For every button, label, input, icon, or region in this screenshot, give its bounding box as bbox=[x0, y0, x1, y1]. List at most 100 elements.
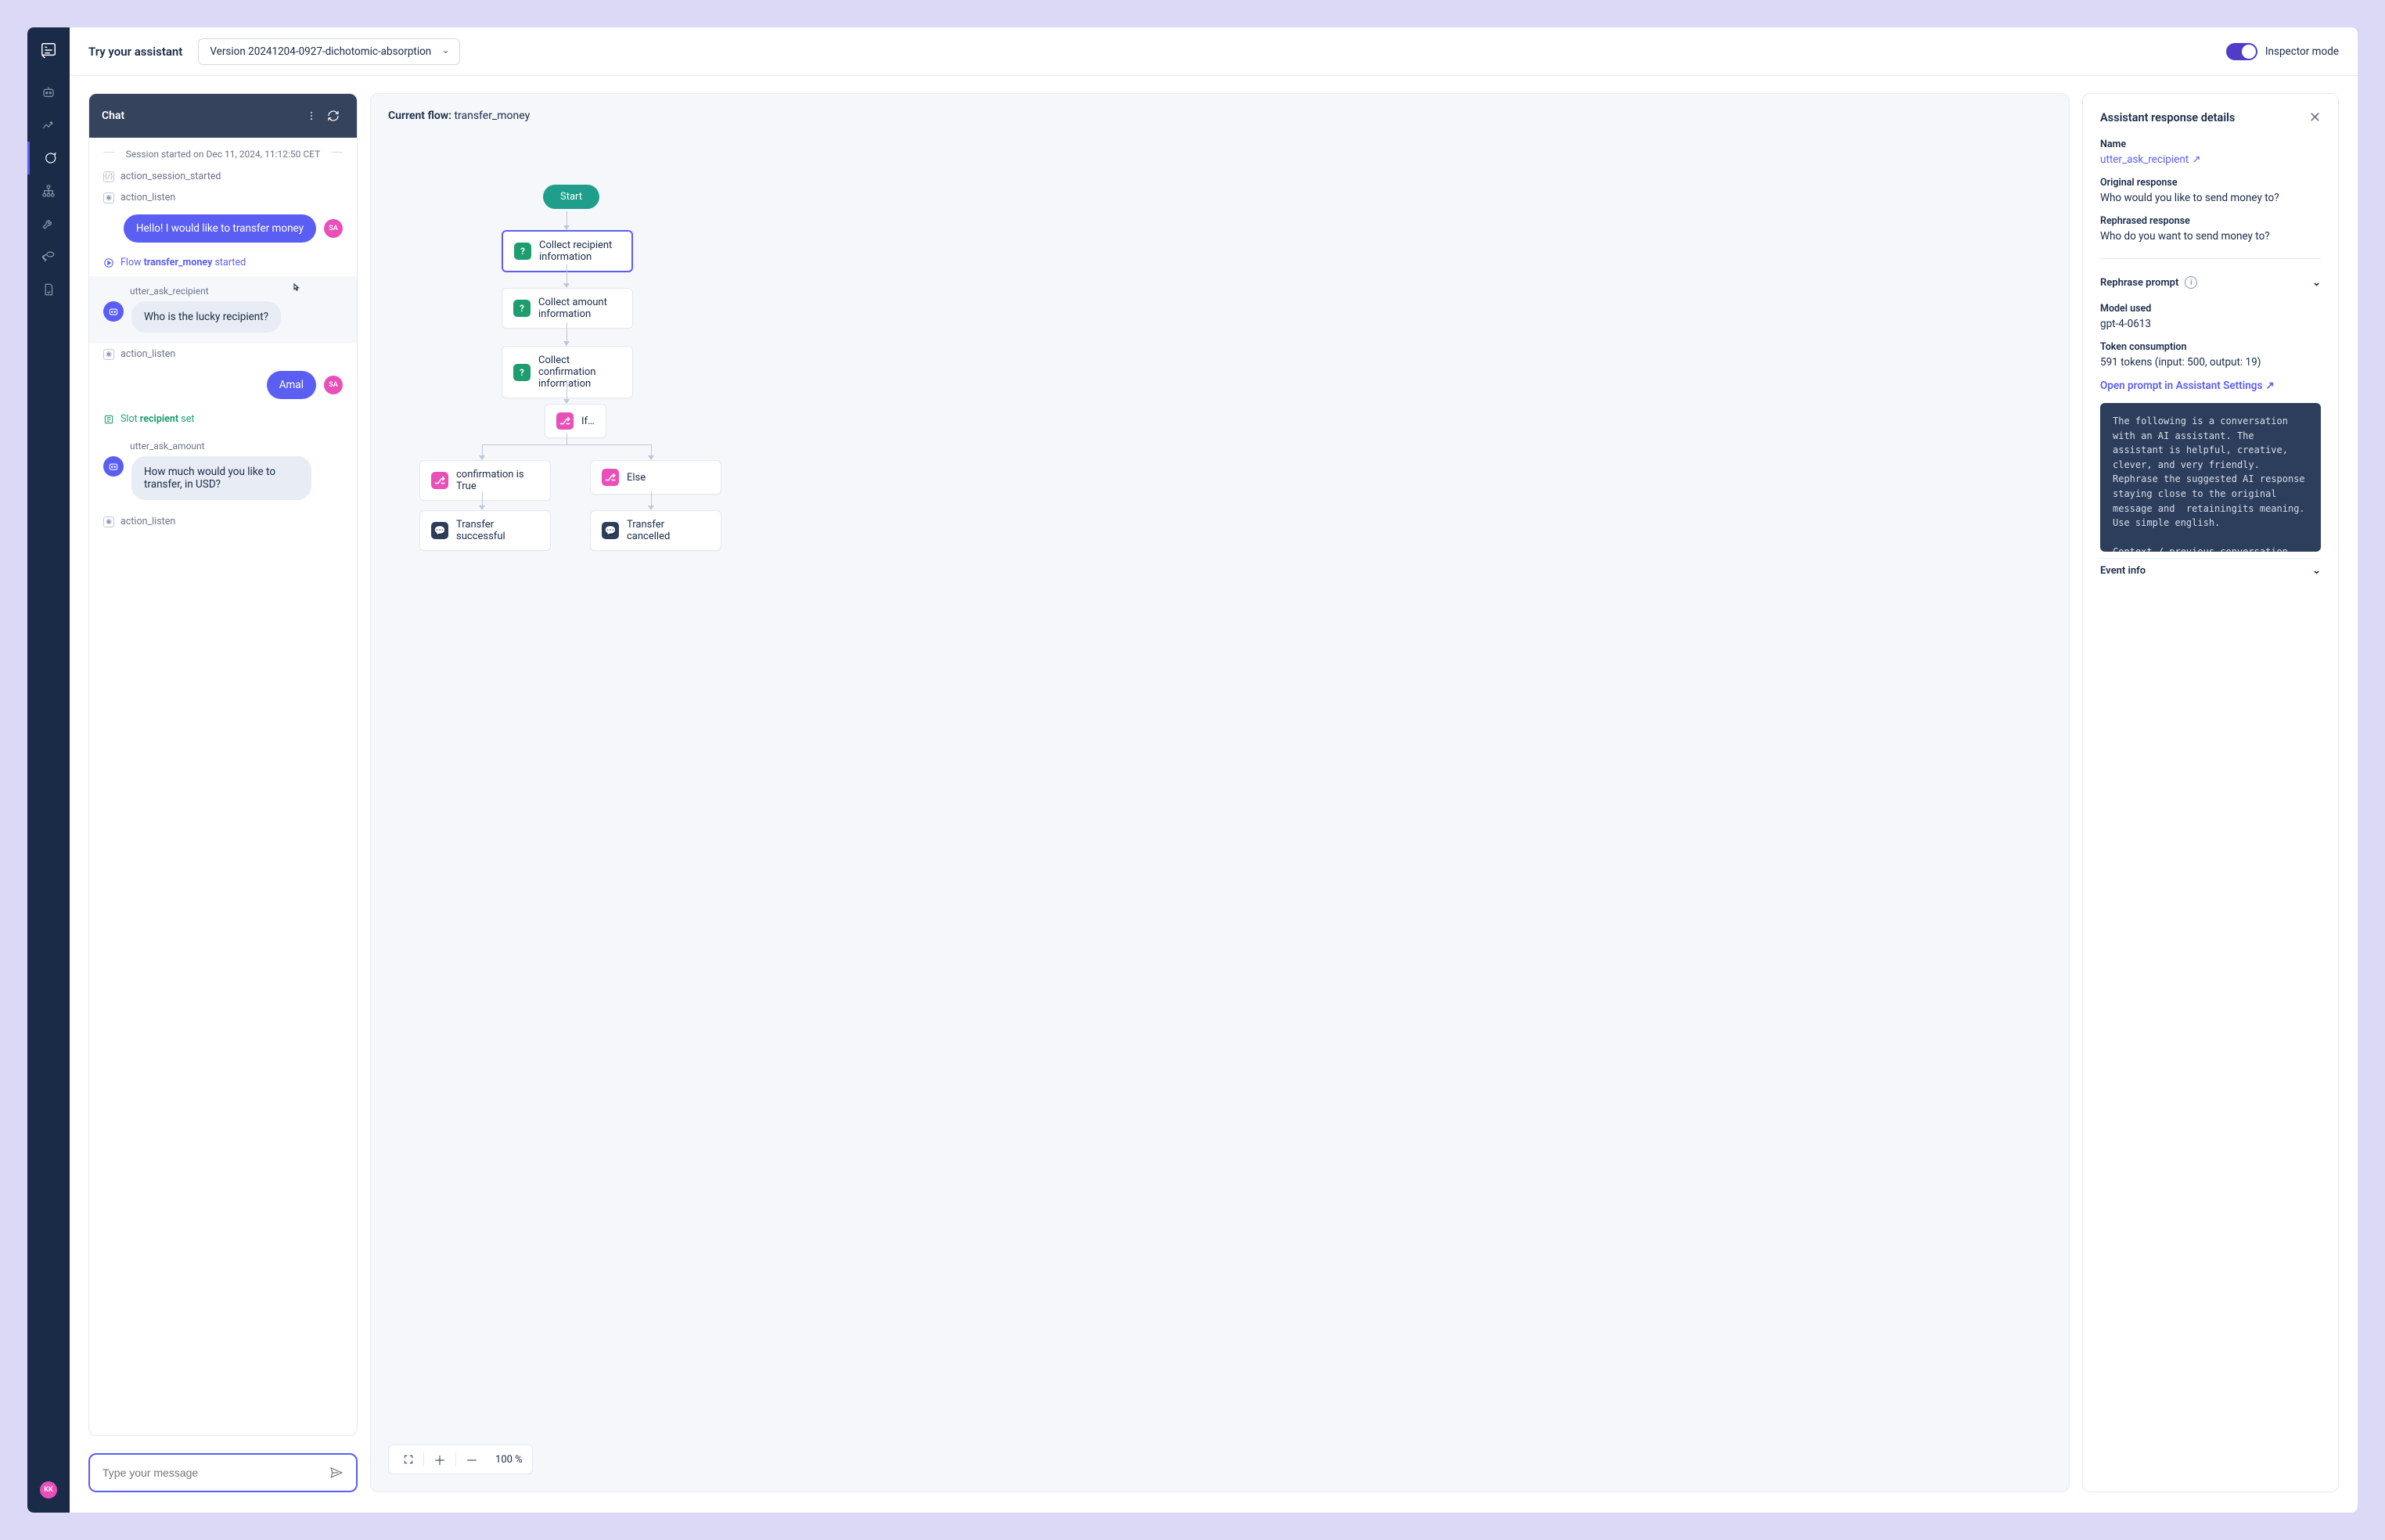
node-collect-recipient[interactable]: ?Collect recipient information bbox=[502, 230, 633, 272]
cursor-pointer-icon bbox=[290, 282, 302, 295]
zoom-out-button[interactable]: － bbox=[461, 1450, 483, 1469]
user-bubble-1: Hello! I would like to transfer money bbox=[124, 214, 316, 243]
open-prompt-link[interactable]: Open prompt in Assistant Settings↗ bbox=[2100, 380, 2321, 392]
nav-chat-icon[interactable] bbox=[27, 142, 70, 175]
node-conf-true[interactable]: ⎇confirmation is True bbox=[419, 460, 551, 501]
version-select[interactable]: Version 20241204-0927-dichotomic-absorpt… bbox=[198, 38, 460, 65]
response-name-link[interactable]: utter_ask_recipient↗ bbox=[2100, 153, 2321, 166]
user-avatar-sa: SA bbox=[324, 219, 343, 238]
event-listen-3: ◉action_listen bbox=[89, 511, 357, 532]
bot-avatar-icon-2 bbox=[103, 456, 124, 477]
rasa-logo-icon bbox=[40, 41, 57, 59]
slot-icon bbox=[103, 414, 114, 425]
chat-input-wrap bbox=[88, 1436, 358, 1492]
event-listen-1: ◉action_listen bbox=[89, 187, 357, 208]
branch-icon: ⎇ bbox=[602, 469, 619, 486]
main-area: Try your assistant Version 20241204-0927… bbox=[70, 27, 2358, 1513]
node-if[interactable]: ⎇If… bbox=[545, 404, 606, 438]
original-label: Original response bbox=[2100, 177, 2321, 189]
utter-label-2: utter_ask_amount bbox=[130, 441, 343, 452]
left-sidebar: KK bbox=[27, 27, 70, 1513]
node-collect-amount[interactable]: ?Collect amount information bbox=[502, 288, 633, 329]
session-started-row: Session started on Dec 11, 2024, 11:12:5… bbox=[89, 138, 357, 166]
message-icon: 💬 bbox=[602, 522, 619, 539]
details-panel: Assistant response details ✕ Name utter_… bbox=[2082, 93, 2339, 1492]
zoom-level: 100 % bbox=[495, 1454, 523, 1466]
user-message-1: Hello! I would like to transfer money SA bbox=[89, 208, 357, 249]
nav-conversations-icon[interactable] bbox=[27, 240, 70, 273]
event-session-started: ⟨/⟩action_session_started bbox=[89, 166, 357, 187]
node-start[interactable]: Start bbox=[543, 185, 599, 209]
nav-analytics-icon[interactable] bbox=[27, 109, 70, 142]
chevron-down-icon: ⌄ bbox=[2312, 277, 2321, 289]
branch-icon: ⎇ bbox=[556, 412, 574, 430]
chat-panel: Chat Session started on Dec 11, 2024, 11… bbox=[88, 93, 358, 1436]
flow-panel: Current flow: transfer_money Start ?Coll… bbox=[370, 93, 2070, 1492]
question-icon: ? bbox=[513, 300, 531, 317]
inspector-toggle[interactable] bbox=[2226, 43, 2257, 60]
rephrased-label: Rephrased response bbox=[2100, 215, 2321, 227]
rephrased-value: Who do you want to send money to? bbox=[2100, 230, 2321, 243]
ear-icon: ◉ bbox=[103, 349, 114, 360]
event-listen-2: ◉action_listen bbox=[89, 344, 357, 365]
bot-avatar-icon bbox=[103, 301, 124, 322]
bot-block-recipient[interactable]: utter_ask_recipient Who is the lucky rec… bbox=[89, 276, 357, 344]
zoom-controls: ＋ － 100 % bbox=[388, 1445, 533, 1474]
user-avatar-sa-2: SA bbox=[324, 376, 343, 394]
ear-icon: ◉ bbox=[103, 192, 114, 203]
info-icon: i bbox=[2185, 276, 2197, 289]
chat-refresh-button[interactable] bbox=[322, 105, 344, 127]
nav-bot-icon[interactable] bbox=[27, 76, 70, 109]
ear-icon: ◉ bbox=[103, 516, 114, 527]
details-title: Assistant response details bbox=[2100, 111, 2235, 124]
content-columns: Chat Session started on Dec 11, 2024, 11… bbox=[70, 76, 2358, 1513]
node-transfer-success[interactable]: 💬Transfer successful bbox=[419, 510, 551, 551]
tokens-label: Token consumption bbox=[2100, 341, 2321, 353]
topbar: Try your assistant Version 20241204-0927… bbox=[70, 27, 2358, 76]
event-info-row[interactable]: Event info ⌄ bbox=[2100, 558, 2321, 583]
question-icon: ? bbox=[513, 364, 531, 381]
tokens-value: 591 tokens (input: 500, output: 19) bbox=[2100, 356, 2321, 369]
chevron-down-icon: ⌄ bbox=[2312, 565, 2321, 577]
flow-canvas[interactable]: Start ?Collect recipient information ?Co… bbox=[388, 133, 2052, 1476]
fullscreen-button[interactable] bbox=[398, 1454, 419, 1465]
send-icon[interactable] bbox=[329, 1466, 344, 1480]
user-message-2: Amal SA bbox=[89, 365, 357, 405]
rephrase-prompt-row[interactable]: Rephrase prompt i ⌄ bbox=[2100, 270, 2321, 295]
slot-set-row: Slot recipient set bbox=[89, 405, 357, 433]
external-link-icon: ↗ bbox=[2192, 153, 2200, 166]
bot-bubble-2: How much would you like to transfer, in … bbox=[131, 456, 311, 500]
question-icon: ? bbox=[514, 243, 531, 260]
chat-input[interactable] bbox=[88, 1453, 358, 1492]
flow-started-row[interactable]: Flow transfer_money started bbox=[89, 249, 357, 276]
inspector-toggle-label: Inspector mode bbox=[2265, 45, 2339, 58]
bot-bubble-1: Who is the lucky recipient? bbox=[131, 301, 281, 333]
prompt-code-block: The following is a conversation with an … bbox=[2100, 403, 2321, 552]
chat-body: Session started on Dec 11, 2024, 11:12:5… bbox=[89, 138, 357, 1435]
chat-title: Chat bbox=[102, 110, 124, 122]
chat-text-input[interactable] bbox=[103, 1466, 329, 1479]
message-icon: 💬 bbox=[431, 522, 448, 539]
node-collect-confirmation[interactable]: ?Collect confirmation information bbox=[502, 346, 633, 398]
node-transfer-cancel[interactable]: 💬Transfer cancelled bbox=[590, 510, 721, 551]
user-avatar[interactable]: KK bbox=[40, 1481, 57, 1499]
name-label: Name bbox=[2100, 139, 2321, 150]
play-icon bbox=[103, 257, 114, 268]
node-else[interactable]: ⎇Else bbox=[590, 460, 721, 495]
utter-label-1: utter_ask_recipient bbox=[130, 286, 343, 297]
nav-hierarchy-icon[interactable] bbox=[27, 175, 70, 207]
chat-header: Chat bbox=[89, 94, 357, 138]
app-root: KK Try your assistant Version 20241204-0… bbox=[27, 27, 2358, 1513]
zoom-in-button[interactable]: ＋ bbox=[429, 1450, 451, 1469]
chat-menu-button[interactable] bbox=[300, 105, 322, 127]
nav-wrench-icon[interactable] bbox=[27, 207, 70, 240]
model-value: gpt-4-0613 bbox=[2100, 318, 2321, 330]
code-icon: ⟨/⟩ bbox=[103, 171, 114, 182]
external-link-icon: ↗ bbox=[2265, 380, 2274, 392]
user-bubble-2: Amal bbox=[267, 371, 316, 399]
branch-icon: ⎇ bbox=[431, 472, 448, 489]
model-label: Model used bbox=[2100, 303, 2321, 315]
close-button[interactable]: ✕ bbox=[2309, 110, 2321, 126]
nav-doc-icon[interactable] bbox=[27, 273, 70, 306]
page-title: Try your assistant bbox=[88, 45, 182, 59]
